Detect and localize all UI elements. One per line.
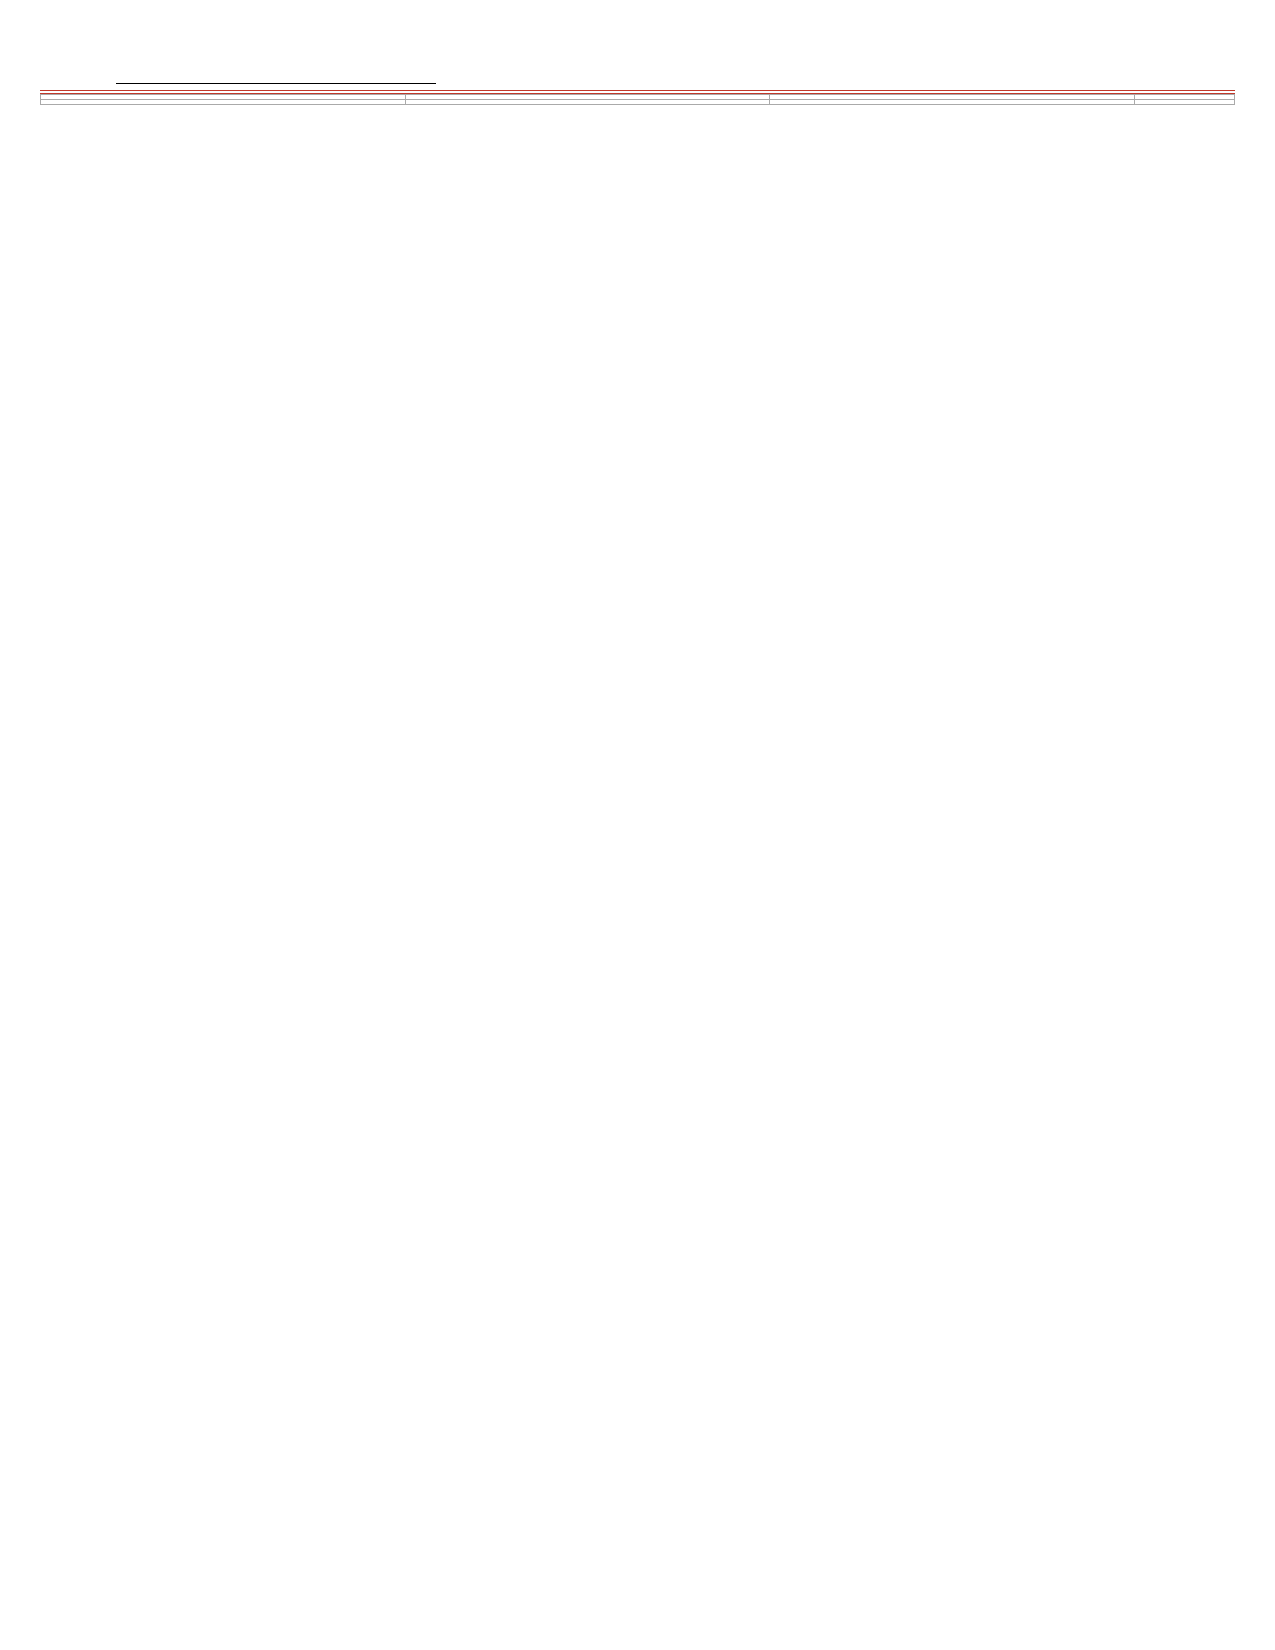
date-engineer-line — [40, 67, 1235, 84]
main-title — [40, 30, 1235, 47]
engineer-blank — [116, 67, 436, 84]
bedroom1-header — [770, 100, 1135, 105]
checklist-table — [40, 94, 1235, 105]
kitchen-header — [41, 100, 406, 105]
bathroom1-header — [405, 100, 770, 105]
